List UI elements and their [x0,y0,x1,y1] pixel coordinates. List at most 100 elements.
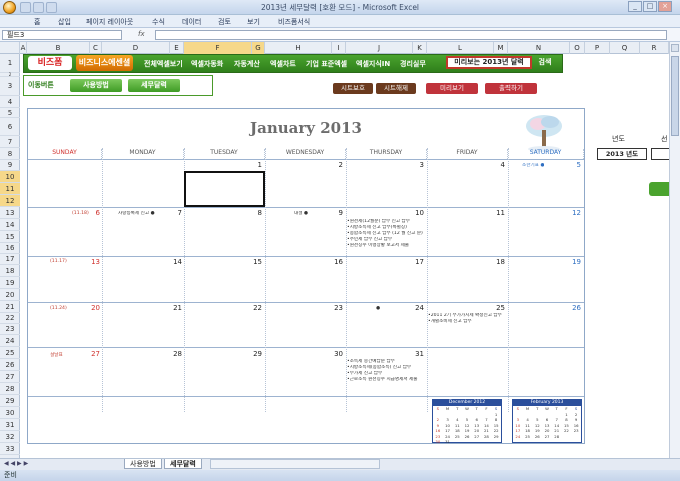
day-number[interactable]: 12 [561,209,581,217]
row-header[interactable]: 14 [0,219,20,231]
row-header[interactable]: 25 [0,347,20,359]
day-number[interactable]: 15 [242,258,262,266]
row-header[interactable]: 15 [0,231,20,243]
bizform-logo[interactable]: 비즈폼 [28,56,72,70]
row-header[interactable]: 28 [0,383,20,395]
tab-review[interactable]: 검토 [218,17,231,27]
row-header[interactable]: 6 [0,118,20,136]
vertical-scrollbar[interactable] [669,42,680,458]
row-header[interactable]: 22 [0,313,20,324]
day-number[interactable]: 31 [404,350,424,358]
month-select[interactable] [651,148,669,160]
minimize-icon[interactable]: _ [628,1,642,12]
tab-data[interactable]: 데이터 [182,17,201,27]
fx-icon[interactable]: fx [138,30,145,38]
menu-excel-chart[interactable]: 엑셀차트 [270,59,296,69]
row-header[interactable]: 18 [0,265,20,277]
day-number[interactable]: 28 [162,350,182,358]
sheet-unprotect-button[interactable]: 시트해제 [376,83,416,94]
day-number[interactable]: 13 [80,258,100,266]
day-number[interactable]: 16 [323,258,343,266]
col-header[interactable]: C [90,42,102,54]
col-header[interactable]: M [494,42,508,54]
tab-insert[interactable]: 삽입 [58,17,71,27]
col-header[interactable]: P [585,42,610,54]
col-header[interactable]: Q [610,42,640,54]
day-number[interactable]: 10 [404,209,424,217]
row-header[interactable]: 9 [0,160,20,171]
row-header[interactable]: 24 [0,335,20,347]
scroll-thumb[interactable] [671,56,679,136]
col-header[interactable]: K [413,42,427,54]
row-header[interactable]: 30 [0,407,20,419]
col-header[interactable]: L [427,42,494,54]
close-icon[interactable]: × [658,1,672,12]
menu-auto-calc[interactable]: 자동계산 [234,59,260,69]
row-header[interactable]: 4 [0,96,20,108]
sheet-protect-button[interactable]: 시트보호 [333,83,373,94]
menu-excel-knowledge[interactable]: 엑셀지식IN [356,59,390,69]
maximize-icon[interactable]: □ [643,1,657,12]
day-number[interactable]: 11 [485,209,505,217]
search-button[interactable]: 검색 [534,56,556,69]
col-header[interactable]: F [184,42,252,54]
day-number[interactable]: 25 [485,304,505,312]
tab-view[interactable]: 보기 [247,17,260,27]
horizontal-scrollbar[interactable] [210,459,380,469]
col-header[interactable]: O [570,42,585,54]
usage-button[interactable]: 사용방법 [70,79,122,92]
col-header[interactable]: I [332,42,346,54]
row-header[interactable]: 12 [0,195,20,207]
row-header[interactable]: 27 [0,371,20,383]
col-header[interactable]: G [252,42,265,54]
print-button[interactable]: 출력하기 [485,83,537,94]
scroll-up-icon[interactable] [671,44,679,52]
row-header[interactable]: 5 [0,108,20,118]
row-header[interactable]: 13 [0,207,20,219]
day-number[interactable]: 20 [80,304,100,312]
tab-home[interactable]: 홈 [34,17,40,27]
day-number[interactable]: 8 [242,209,262,217]
row-header[interactable]: 29 [0,395,20,407]
col-header[interactable]: D [102,42,170,54]
select-all[interactable] [0,42,20,54]
day-number[interactable]: 6 [80,209,100,217]
day-number[interactable]: 17 [404,258,424,266]
sheet-tab-usage[interactable]: 사용방법 [124,459,162,469]
day-number[interactable]: 3 [404,161,424,169]
col-header[interactable]: J [346,42,413,54]
day-number[interactable]: 23 [323,304,343,312]
row-header[interactable]: 33 [0,443,20,455]
row-header[interactable]: 16 [0,243,20,254]
row-header[interactable]: 17 [0,254,20,265]
row-header[interactable]: 26 [0,359,20,371]
col-header[interactable]: B [27,42,90,54]
day-number[interactable]: 21 [162,304,182,312]
day-number[interactable]: 5 [561,161,581,169]
menu-accounting[interactable]: 경리실무 [400,59,426,69]
day-number[interactable]: 1 [242,161,262,169]
day-number[interactable]: 27 [80,350,100,358]
selected-cell[interactable] [184,171,265,207]
row-header[interactable]: 19 [0,277,20,289]
day-number[interactable]: 26 [561,304,581,312]
sheet-tab-tax-calendar[interactable]: 세무달력 [164,459,202,469]
day-number[interactable]: 2 [323,161,343,169]
day-number[interactable]: 19 [561,258,581,266]
tab-bizform[interactable]: 비즈폼서식 [278,17,310,27]
tab-page-layout[interactable]: 페이지 레이아웃 [86,17,133,27]
business-essential-logo[interactable]: 비즈니스에센셜 [76,55,133,71]
col-header[interactable]: R [640,42,669,54]
tab-formulas[interactable]: 수식 [152,17,165,27]
row-header[interactable]: 10 [0,171,20,183]
side-green-button[interactable] [649,182,669,196]
day-number[interactable]: 14 [162,258,182,266]
row-header[interactable]: 7 [0,136,20,148]
sheet-nav-icons[interactable]: ◀ ◀ ▶ ▶ [4,460,28,467]
row-header[interactable]: 23 [0,324,20,335]
tax-calendar-button[interactable]: 세무달력 [128,79,180,92]
day-number[interactable]: 7 [162,209,182,217]
col-header[interactable]: H [265,42,332,54]
day-number[interactable]: 30 [323,350,343,358]
menu-excel-auto[interactable]: 엑셀자동화 [191,59,223,69]
